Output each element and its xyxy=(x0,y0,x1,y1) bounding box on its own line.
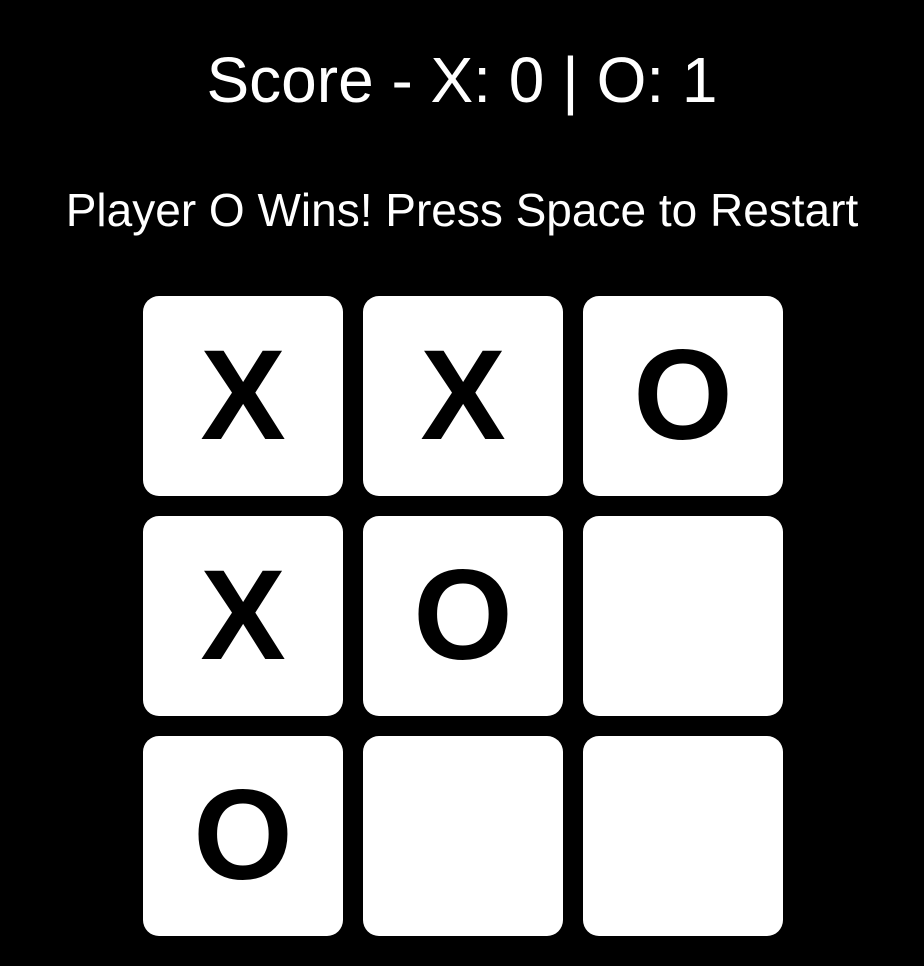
board-cell-9[interactable] xyxy=(583,736,783,936)
board-cell-2[interactable]: X xyxy=(363,296,563,496)
cell-mark: X xyxy=(200,544,286,687)
game-board: X X O X O O xyxy=(143,296,783,936)
board-cell-3[interactable]: O xyxy=(583,296,783,496)
board-cell-1[interactable]: X xyxy=(143,296,343,496)
cell-mark: O xyxy=(413,544,513,687)
cell-mark: O xyxy=(633,324,733,467)
game-status-message: Player O Wins! Press Space to Restart xyxy=(65,184,859,236)
cell-mark: X xyxy=(420,324,506,467)
score-display: Score - X: 0 | O: 1 xyxy=(206,44,718,116)
board-cell-8[interactable] xyxy=(363,736,563,936)
board-cell-4[interactable]: X xyxy=(143,516,343,716)
board-cell-5[interactable]: O xyxy=(363,516,563,716)
cell-mark: X xyxy=(200,324,286,467)
board-cell-6[interactable] xyxy=(583,516,783,716)
board-cell-7[interactable]: O xyxy=(143,736,343,936)
cell-mark: O xyxy=(193,764,293,907)
